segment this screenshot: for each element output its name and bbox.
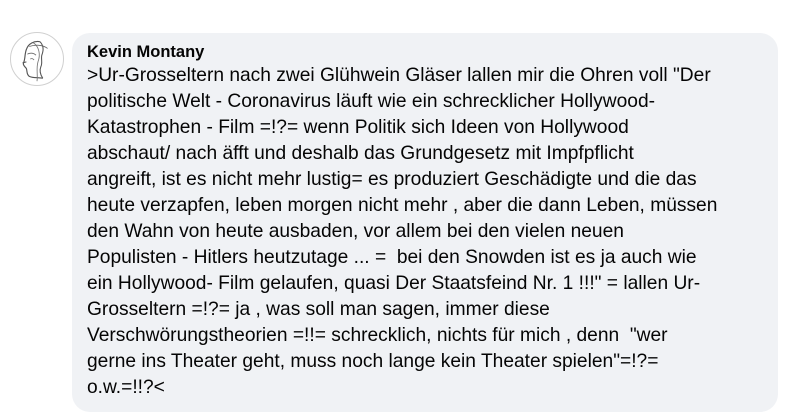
comment-line: gerne ins Theater geht, muss noch lange … xyxy=(87,351,659,372)
comment-line: ein Hollywood- Film gelaufen, quasi Der … xyxy=(87,273,701,294)
comment-line: Populisten - Hitlers heutzutage ... = be… xyxy=(87,247,697,268)
comment-line: Katastrophen - Film =!?= wenn Politik si… xyxy=(87,117,629,138)
comment-line: heute verzapfen, leben morgen nicht mehr… xyxy=(87,195,718,216)
avatar[interactable] xyxy=(10,32,64,86)
comment-line: o.w.=!!?< xyxy=(87,377,165,398)
sketched-face-avatar-icon xyxy=(22,40,48,82)
comment-bubble: Kevin Montany >Ur-Grosseltern nach zwei … xyxy=(72,33,778,412)
comment-line: angreift, ist es nicht mehr lustig= es p… xyxy=(87,169,697,190)
comment-body: >Ur-Grosseltern nach zwei Glühwein Gläse… xyxy=(87,63,766,401)
comment-line: Verschwörungstheorien =!!= schrecklich, … xyxy=(87,325,668,346)
comment-author-name[interactable]: Kevin Montany xyxy=(87,42,204,62)
comment: Kevin Montany >Ur-Grosseltern nach zwei … xyxy=(0,0,794,413)
comment-line: abschaut/ nach äfft und deshalb das Grun… xyxy=(87,143,634,164)
comment-line: den Wahn von heute ausbaden, vor allem b… xyxy=(87,221,624,242)
comment-line: Grosseltern =!?= ja , was soll man sagen… xyxy=(87,299,550,320)
comment-line: >Ur-Grosseltern nach zwei Glühwein Gläse… xyxy=(87,65,711,86)
comment-line: politische Welt - Coronavirus läuft wie … xyxy=(87,91,656,112)
